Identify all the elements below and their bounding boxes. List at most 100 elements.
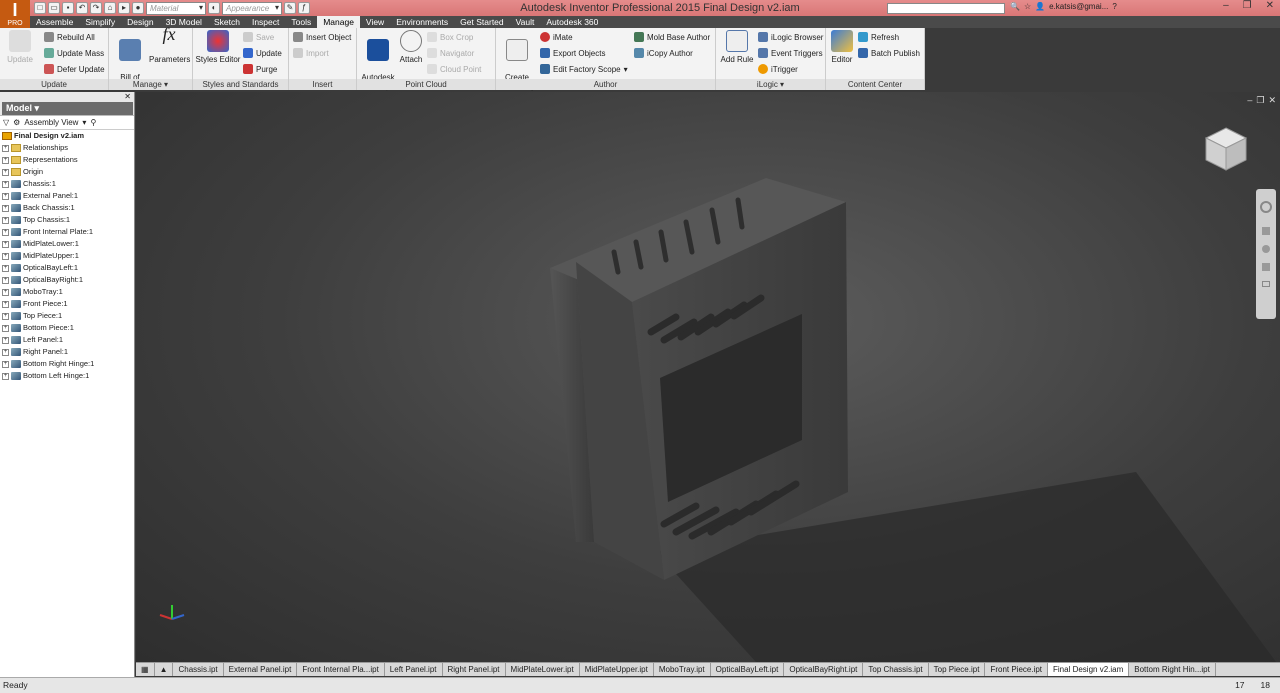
tab-design[interactable]: Design: [121, 16, 159, 28]
expand-icon[interactable]: +: [2, 144, 9, 152]
doc-tab[interactable]: Front Piece.ipt: [985, 663, 1049, 676]
navigator-button[interactable]: Navigator: [427, 48, 474, 58]
app-logo[interactable]: I PRO: [0, 0, 30, 28]
expand-icon[interactable]: +: [2, 204, 9, 212]
doc-tab[interactable]: Final Design v2.iam: [1048, 663, 1130, 676]
expand-icon[interactable]: +: [2, 312, 9, 320]
tree-item[interactable]: + Bottom Right Hinge:1: [2, 358, 134, 370]
expand-icon[interactable]: +: [2, 300, 9, 308]
expand-icon[interactable]: +: [2, 324, 9, 332]
tree-item[interactable]: + MidPlateUpper:1: [2, 250, 134, 262]
expand-icon[interactable]: +: [2, 240, 9, 248]
tab-assemble[interactable]: Assemble: [30, 16, 79, 28]
edit-factory-scope-button[interactable]: Edit Factory Scope ▾: [540, 64, 628, 74]
close-icon[interactable]: ✕: [1266, 0, 1274, 11]
export-objects-button[interactable]: Export Objects: [540, 48, 605, 58]
tree-item[interactable]: + OpticalBayRight:1: [2, 274, 134, 286]
assembly-view-select[interactable]: Assembly View: [24, 118, 78, 127]
user-icon[interactable]: 👤: [1035, 2, 1045, 11]
doc-tab[interactable]: OpticalBayRight.ipt: [784, 663, 864, 676]
imate-button[interactable]: iMate: [540, 32, 573, 42]
tab-autodesk-360[interactable]: Autodesk 360: [540, 16, 604, 28]
pan-icon[interactable]: [1262, 227, 1270, 235]
search-icon[interactable]: 🔍: [1010, 2, 1020, 11]
box-crop-button[interactable]: Box Crop: [427, 32, 473, 42]
tree-item[interactable]: + Top Piece:1: [2, 310, 134, 322]
defer-update-button[interactable]: Defer Update: [44, 64, 105, 74]
tree-item[interactable]: + Right Panel:1: [2, 346, 134, 358]
look-at-icon[interactable]: [1262, 281, 1270, 287]
tree-item[interactable]: + Back Chassis:1: [2, 202, 134, 214]
tree-item[interactable]: + Left Panel:1: [2, 334, 134, 346]
steering-wheel-icon[interactable]: [1260, 201, 1272, 213]
select-icon[interactable]: ▸: [118, 2, 130, 14]
event-triggers-button[interactable]: Event Triggers: [758, 48, 823, 58]
rebuild-all-button[interactable]: Rebuild All: [44, 32, 95, 42]
tab-view[interactable]: View: [360, 16, 390, 28]
new-icon[interactable]: □: [34, 2, 46, 14]
tab-tools[interactable]: Tools: [285, 16, 317, 28]
parameters-button[interactable]: fx Parameters: [149, 25, 190, 64]
tab-vault[interactable]: Vault: [510, 16, 541, 28]
orbit-icon[interactable]: [1262, 263, 1270, 271]
insert-object-button[interactable]: Insert Object: [293, 32, 351, 42]
browser-close-icon[interactable]: ✕: [124, 92, 131, 101]
panel-manage-label[interactable]: Manage ▾: [109, 79, 192, 90]
tree-item[interactable]: + Origin: [2, 166, 134, 178]
cloud-point-button[interactable]: Cloud Point: [427, 64, 481, 74]
tree-root[interactable]: Final Design v2.iam: [2, 130, 134, 142]
refresh-button[interactable]: Refresh: [858, 32, 899, 42]
update-style-button[interactable]: Update: [243, 48, 282, 58]
import-button[interactable]: Import: [293, 48, 329, 58]
tree-item[interactable]: + MidPlateLower:1: [2, 238, 134, 250]
tile-icon[interactable]: ▦: [136, 663, 155, 676]
home-icon[interactable]: ⌂: [104, 2, 116, 14]
appearance-icon[interactable]: ◐: [208, 2, 220, 14]
attach-button[interactable]: Attach: [397, 30, 425, 64]
tab-manage[interactable]: Manage: [317, 16, 360, 28]
open-icon[interactable]: ▭: [48, 2, 60, 14]
cc-editor-button[interactable]: Editor: [828, 30, 856, 64]
doc-tab[interactable]: Top Chassis.ipt: [863, 663, 929, 676]
tabs-menu-icon[interactable]: ▲: [155, 663, 174, 676]
material-select[interactable]: Material: [146, 1, 206, 15]
search-input[interactable]: [887, 3, 1005, 14]
doc-tab[interactable]: Chassis.ipt: [173, 663, 224, 676]
doc-tab[interactable]: Top Piece.ipt: [929, 663, 986, 676]
tree-item[interactable]: + OpticalBayLeft:1: [2, 262, 134, 274]
navigation-bar[interactable]: [1256, 189, 1276, 319]
tree-item[interactable]: + Representations: [2, 154, 134, 166]
browser-title[interactable]: Model ▾: [2, 102, 133, 115]
tree-item[interactable]: + Relationships: [2, 142, 134, 154]
doc-tab[interactable]: Left Panel.ipt: [385, 663, 443, 676]
expand-icon[interactable]: +: [2, 264, 9, 272]
tree-item[interactable]: + Front Internal Plate:1: [2, 226, 134, 238]
expand-icon[interactable]: +: [2, 192, 9, 200]
batch-publish-button[interactable]: Batch Publish: [858, 48, 920, 58]
tree-item[interactable]: + Front Piece:1: [2, 298, 134, 310]
doc-tab[interactable]: MidPlateUpper.ipt: [580, 663, 654, 676]
redo-icon[interactable]: ↷: [90, 2, 102, 14]
expand-icon[interactable]: +: [2, 180, 9, 188]
tab-inspect[interactable]: Inspect: [246, 16, 285, 28]
doc-tab[interactable]: Front Internal Pla...ipt: [297, 663, 385, 676]
expand-icon[interactable]: +: [2, 348, 9, 356]
tools-icon[interactable]: ✎: [284, 2, 296, 14]
tree-item[interactable]: + Top Chassis:1: [2, 214, 134, 226]
doc-tab[interactable]: External Panel.ipt: [224, 663, 298, 676]
update-mass-button[interactable]: Update Mass: [44, 48, 104, 58]
view-cube[interactable]: [1202, 124, 1250, 172]
icopy-author-button[interactable]: iCopy Author: [634, 48, 693, 58]
tree-item[interactable]: + Bottom Piece:1: [2, 322, 134, 334]
user-name[interactable]: e.katsis@gmai...: [1049, 2, 1108, 11]
expand-icon[interactable]: +: [2, 216, 9, 224]
expand-icon[interactable]: +: [2, 168, 9, 176]
expand-icon[interactable]: +: [2, 276, 9, 284]
tab-simplify[interactable]: Simplify: [79, 16, 121, 28]
purge-button[interactable]: Purge: [243, 64, 277, 74]
expand-icon[interactable]: +: [2, 228, 9, 236]
chevron-down-icon[interactable]: ▾: [82, 118, 86, 127]
binoculars-icon[interactable]: ⚲: [90, 118, 96, 127]
tab-sketch[interactable]: Sketch: [208, 16, 246, 28]
appearance-select[interactable]: Appearance: [222, 1, 282, 15]
